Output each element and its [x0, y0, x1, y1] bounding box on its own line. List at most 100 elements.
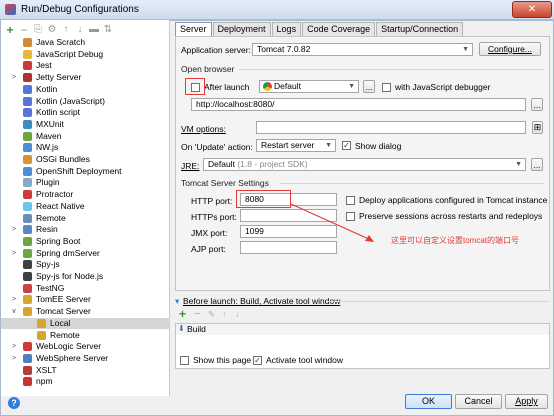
https-port-field[interactable]: [240, 209, 337, 222]
tree-item-maven[interactable]: Maven: [1, 131, 170, 142]
tree-item-jest[interactable]: Jest: [1, 60, 170, 71]
tree-item-spy-js[interactable]: Spy-js: [1, 259, 170, 270]
tree-item-jetty-server[interactable]: > Jetty Server: [1, 72, 170, 83]
move-down-icon[interactable]: ↓: [75, 23, 85, 37]
close-window-button[interactable]: ✕: [512, 1, 552, 18]
tree-item-xslt[interactable]: XSLT: [1, 365, 170, 376]
cancel-button[interactable]: Cancel: [455, 394, 502, 409]
tree-item-protractor[interactable]: Protractor: [1, 189, 170, 200]
tree-item-tomee-server[interactable]: > TomEE Server: [1, 294, 170, 305]
copy-config-icon[interactable]: ⎘: [33, 23, 43, 37]
tree-item-javascript-debug[interactable]: JavaScript Debug: [1, 49, 170, 60]
configure-button[interactable]: Configure...: [479, 42, 541, 56]
tree-item-label: Jetty Server: [36, 72, 82, 83]
tree-item-resin[interactable]: > Resin: [1, 224, 170, 235]
tree-item-npm[interactable]: npm: [1, 376, 170, 387]
jmx-port-field[interactable]: 1099: [240, 225, 337, 238]
tree-item-kotlin[interactable]: Kotlin: [1, 84, 170, 95]
activate-tool-window-checkbox[interactable]: ✓: [253, 356, 262, 365]
tree-item-spring-dmserver[interactable]: > Spring dmServer: [1, 248, 170, 259]
chevron-right-icon[interactable]: >: [10, 341, 18, 352]
tree-item-websphere-server[interactable]: > WebSphere Server: [1, 353, 170, 364]
tree-item-label: MXUnit: [36, 118, 64, 129]
deploy-apps-label: Deploy applications configured in Tomcat…: [359, 195, 548, 205]
expand-arrow-icon[interactable]: ▾: [175, 296, 179, 307]
tab-code-coverage[interactable]: Code Coverage: [302, 22, 376, 36]
help-icon[interactable]: ?: [8, 397, 20, 409]
edit-defaults-icon[interactable]: ⚙: [47, 23, 57, 37]
app-server-label: Application server:: [181, 45, 251, 55]
jmx-port-label: JMX port:: [191, 228, 228, 238]
app-server-select[interactable]: Tomcat 7.0.82 ▼: [252, 43, 473, 56]
show-page-checkbox[interactable]: [180, 356, 189, 365]
vm-options-field[interactable]: [256, 121, 526, 134]
tab-deployment[interactable]: Deployment: [212, 22, 271, 36]
ok-button[interactable]: OK: [405, 394, 452, 409]
tree-item-remote[interactable]: Remote: [1, 213, 170, 224]
tab-server[interactable]: Server: [175, 22, 212, 36]
js-debugger-checkbox[interactable]: [382, 83, 391, 92]
remove-config-button[interactable]: −: [19, 23, 29, 37]
preserve-sessions-checkbox[interactable]: [346, 212, 355, 221]
chevron-right-icon[interactable]: >: [10, 224, 18, 235]
tree-item-spring-boot[interactable]: Spring Boot: [1, 236, 170, 247]
tree-item-openshift-deployment[interactable]: OpenShift Deployment: [1, 166, 170, 177]
list-item[interactable]: ⬇ Build: [176, 324, 549, 335]
tree-item-spy-js-for-node-js[interactable]: Spy-js for Node.js: [1, 271, 170, 282]
url-browse-button[interactable]: ...: [531, 98, 543, 111]
tree-item-tomcat-server[interactable]: ∨ Tomcat Server: [1, 306, 170, 317]
tree-item-java-scratch[interactable]: Java Scratch: [1, 37, 170, 48]
tab-startup-connection[interactable]: Startup/Connection: [376, 22, 464, 36]
tab-logs[interactable]: Logs: [271, 22, 302, 36]
chevron-right-icon[interactable]: >: [10, 248, 18, 259]
edit-task-icon[interactable]: ✎: [208, 309, 215, 320]
chevron-right-icon[interactable]: >: [10, 294, 18, 305]
browser-settings-button[interactable]: ...: [363, 80, 375, 93]
preserve-sessions-label: Preserve sessions across restarts and re…: [359, 211, 543, 221]
folder-icon[interactable]: ▬: [89, 23, 99, 37]
tree-item-nw-js[interactable]: NW.js: [1, 142, 170, 153]
tomcat-settings-label: Tomcat Server Settings: [181, 178, 269, 188]
expand-icon[interactable]: ⊞: [532, 121, 543, 134]
chevron-right-icon[interactable]: >: [10, 353, 18, 364]
tree-item-kotlin-javascript[interactable]: Kotlin (JavaScript): [1, 96, 170, 107]
show-dialog-checkbox[interactable]: ✓: [342, 141, 351, 150]
tree-item-label: Kotlin script: [36, 107, 80, 118]
move-up-icon[interactable]: ↑: [61, 23, 71, 37]
chrome-icon: [263, 82, 272, 91]
chevron-down-icon[interactable]: ∨: [10, 306, 18, 317]
sort-icon[interactable]: ⇅: [103, 23, 113, 37]
tree-item-label: Local: [50, 317, 71, 328]
add-config-button[interactable]: +: [5, 23, 15, 37]
browser-select[interactable]: Default ▼: [259, 80, 359, 93]
tree-item-remote[interactable]: Remote: [1, 330, 170, 341]
jre-browse-button[interactable]: ...: [531, 158, 543, 171]
tree-item-label: Spy-js for Node.js: [36, 271, 104, 281]
tree-item-testng[interactable]: TestNG: [1, 283, 170, 294]
tree-item-osgi-bundles[interactable]: OSGi Bundles: [1, 154, 170, 165]
highlight-box-after-launch: [185, 78, 205, 95]
deploy-apps-checkbox[interactable]: [346, 196, 355, 205]
move-task-down-icon[interactable]: ↓: [235, 309, 239, 319]
remove-task-icon[interactable]: −: [194, 309, 200, 320]
tree-item-local[interactable]: Local: [1, 317, 170, 329]
tree-item-react-native[interactable]: React Native: [1, 201, 170, 212]
tree-item-label: TomEE Server: [36, 294, 91, 305]
chevron-down-icon: ▼: [348, 83, 355, 90]
add-task-icon[interactable]: +: [179, 308, 186, 320]
config-type-icon: [23, 190, 32, 200]
apply-button[interactable]: Apply: [505, 394, 548, 409]
tree-item-weblogic-server[interactable]: > WebLogic Server: [1, 341, 170, 352]
tree-item-plugin[interactable]: Plugin: [1, 177, 170, 188]
move-task-up-icon[interactable]: ↑: [222, 309, 226, 319]
config-type-icon: [23, 295, 32, 305]
url-field[interactable]: http://localhost:8080/: [191, 98, 526, 111]
ajp-port-field[interactable]: [240, 241, 337, 254]
tree-item-kotlin-script[interactable]: Kotlin script: [1, 107, 170, 118]
annotation-text: 这里可以自定义设置tomcat的端口号: [391, 236, 520, 245]
config-type-icon: [23, 225, 32, 235]
chevron-right-icon[interactable]: >: [10, 72, 18, 83]
tree-item-mxunit[interactable]: MXUnit: [1, 119, 170, 130]
jre-select[interactable]: Default (1.8 - project SDK) ▼: [203, 158, 526, 171]
update-action-select[interactable]: Restart server ▼: [256, 139, 336, 152]
